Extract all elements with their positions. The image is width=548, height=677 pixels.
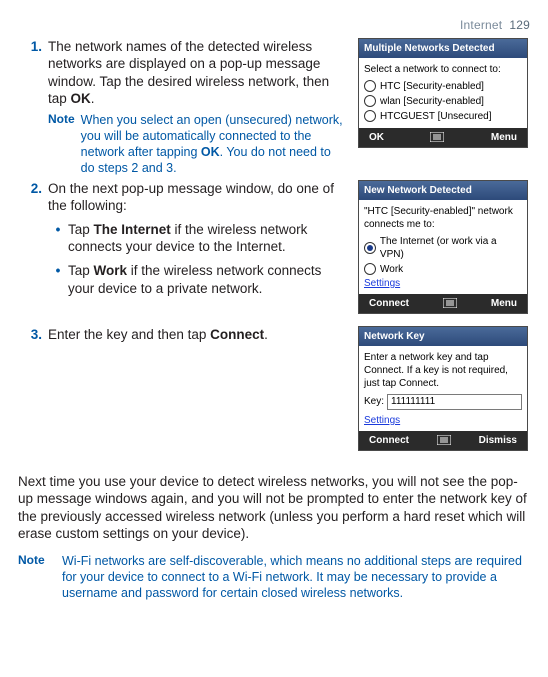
shot1-softkeys: OK Menu	[359, 128, 527, 147]
note-label: Note	[48, 112, 81, 176]
shot2-softkeys: Connect Menu	[359, 294, 527, 313]
shot1-option-htc[interactable]: HTC [Security-enabled]	[364, 79, 522, 94]
softkey-menu[interactable]: Menu	[491, 131, 517, 144]
step-1-number: 1.	[18, 38, 48, 56]
shot1-title: Multiple Networks Detected	[359, 39, 527, 58]
shot2-option-internet[interactable]: The Internet (or work via a VPN)	[364, 234, 522, 262]
radio-icon	[364, 263, 376, 275]
step-1-text-c: .	[91, 91, 95, 106]
shot1-opt2-label: wlan [Security-enabled]	[380, 95, 484, 108]
screenshot-network-key: Network Key Enter a network key and tap …	[358, 326, 528, 451]
step-1-screenshot-col: Multiple Networks Detected Select a netw…	[358, 38, 530, 156]
softkey-connect[interactable]: Connect	[369, 297, 409, 310]
radio-checked-icon	[364, 242, 376, 254]
step-2-screenshot-col: New Network Detected "HTC [Security-enab…	[358, 180, 530, 322]
s3a: Enter the key and then tap	[48, 327, 210, 342]
shot2-settings-link[interactable]: Settings	[364, 277, 522, 290]
step-2-bullet-2: • Tap Work if the wireless network conne…	[48, 262, 348, 297]
shot3-prompt: Enter a network key and tap Connect. If …	[364, 351, 522, 390]
shot1-body: Select a network to connect to: HTC [Sec…	[359, 58, 527, 128]
b2b: Work	[94, 263, 128, 278]
final-note-label: Note	[18, 553, 62, 601]
softkey-connect[interactable]: Connect	[369, 434, 409, 447]
radio-icon	[364, 95, 376, 107]
shot3-settings-link[interactable]: Settings	[364, 414, 522, 427]
shot2-option-work[interactable]: Work	[364, 262, 522, 277]
step-3-text: Enter the key and then tap Connect.	[48, 326, 358, 344]
final-note-body: Wi-Fi networks are self-discoverable, wh…	[62, 553, 530, 601]
keyboard-icon[interactable]	[443, 298, 457, 308]
shot2-opt2-label: Work	[380, 263, 403, 276]
keyboard-icon[interactable]	[430, 132, 444, 142]
step-2-number: 2.	[18, 180, 48, 198]
step-2-text: On the next pop-up message window, do on…	[48, 180, 358, 297]
shot2-opt1-label: The Internet (or work via a VPN)	[380, 235, 522, 261]
radio-icon	[364, 80, 376, 92]
shot3-softkeys: Connect Dismiss	[359, 431, 527, 450]
b2a: Tap	[68, 263, 94, 278]
s3c: .	[264, 327, 268, 342]
bullet-icon: •	[48, 221, 68, 256]
softkey-dismiss[interactable]: Dismiss	[479, 434, 517, 447]
step-1-note: Note When you select an open (unsecured)…	[48, 112, 348, 176]
shot1-prompt: Select a network to connect to:	[364, 63, 522, 76]
shot1-opt3-label: HTCGUEST [Unsecured]	[380, 110, 492, 123]
radio-icon	[364, 110, 376, 122]
s3b: Connect	[210, 327, 264, 342]
page-header: Internet 129	[18, 18, 530, 34]
section-name: Internet	[460, 18, 502, 32]
softkey-ok[interactable]: OK	[369, 131, 384, 144]
shot2-body: "HTC [Security-enabled]" network connect…	[359, 200, 527, 294]
b1a: Tap	[68, 222, 94, 237]
bullet-icon: •	[48, 262, 68, 297]
keyboard-icon[interactable]	[437, 435, 451, 445]
shot3-body: Enter a network key and tap Connect. If …	[359, 346, 527, 431]
bullet-2-text: Tap Work if the wireless network connect…	[68, 262, 348, 297]
step-3-row: 3. Enter the key and then tap Connect. N…	[18, 326, 530, 459]
softkey-menu[interactable]: Menu	[491, 297, 517, 310]
note-b: OK	[201, 145, 220, 159]
step-3-number: 3.	[18, 326, 48, 344]
note-body: When you select an open (unsecured) netw…	[81, 112, 348, 176]
page-number: 129	[509, 18, 530, 32]
step-1-row: 1. The network names of the detected wir…	[18, 38, 530, 176]
closing-paragraph: Next time you use your device to detect …	[18, 473, 530, 543]
final-note: Note Wi-Fi networks are self-discoverabl…	[18, 553, 530, 601]
shot1-option-wlan[interactable]: wlan [Security-enabled]	[364, 94, 522, 109]
screenshot-new-network: New Network Detected "HTC [Security-enab…	[358, 180, 528, 314]
key-label: Key:	[364, 395, 384, 408]
shot2-title: New Network Detected	[359, 181, 527, 200]
key-input[interactable]: 111111111	[387, 394, 522, 410]
step-2-bullet-1: • Tap The Internet if the wireless netwo…	[48, 221, 348, 256]
step-1-text: The network names of the detected wirele…	[48, 38, 358, 176]
step-1-ok: OK	[71, 91, 91, 106]
shot3-title: Network Key	[359, 327, 527, 346]
shot1-option-guest[interactable]: HTCGUEST [Unsecured]	[364, 109, 522, 124]
screenshot-multiple-networks: Multiple Networks Detected Select a netw…	[358, 38, 528, 148]
shot1-opt1-label: HTC [Security-enabled]	[380, 80, 484, 93]
step-3-screenshot-col: Network Key Enter a network key and tap …	[358, 326, 530, 459]
b1b: The Internet	[94, 222, 171, 237]
shot2-prompt: "HTC [Security-enabled]" network connect…	[364, 205, 522, 231]
step-2-intro: On the next pop-up message window, do on…	[48, 181, 334, 214]
step-2-row: 2. On the next pop-up message window, do…	[18, 180, 530, 322]
bullet-1-text: Tap The Internet if the wireless network…	[68, 221, 348, 256]
shot3-key-row: Key: 111111111	[364, 394, 522, 410]
